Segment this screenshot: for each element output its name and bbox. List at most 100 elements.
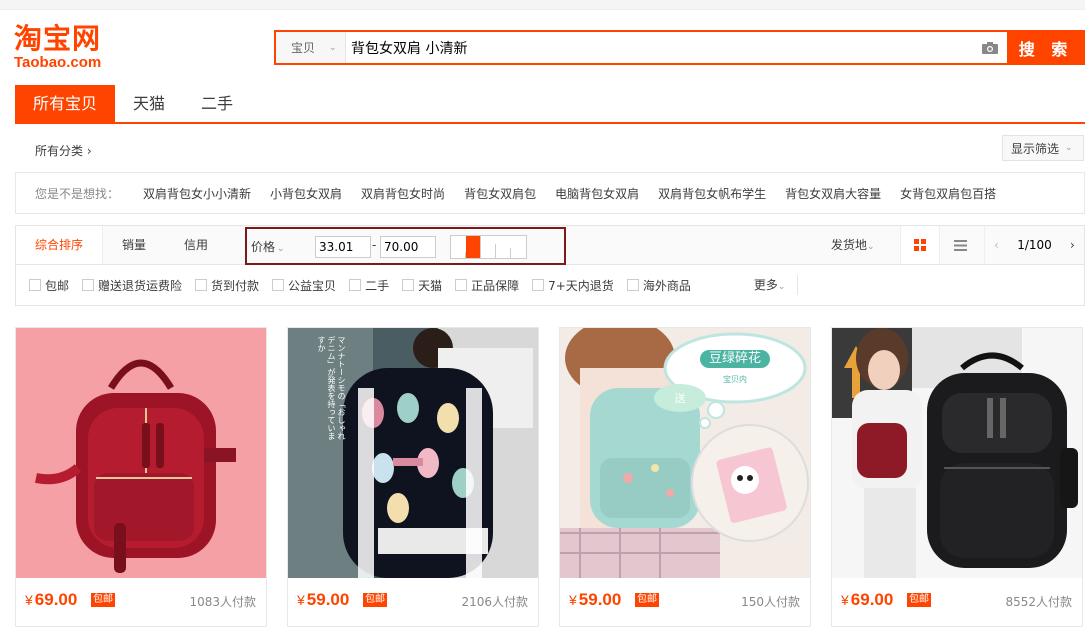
search-button[interactable]: 搜 索 — [1007, 30, 1085, 65]
price-distribution-chart[interactable] — [450, 235, 527, 259]
price-value: 69.00 — [34, 590, 78, 609]
product-card[interactable]: マンナトーシモの「おしゃれデニム」が発表を持っていますか ¥59.00 包邮 2… — [287, 327, 539, 627]
page-indicator: 1/100 — [1017, 238, 1052, 252]
sort-credit[interactable]: 信用 — [165, 226, 227, 264]
free-shipping-badge: 包邮 — [363, 593, 387, 607]
free-shipping-badge: 包邮 — [635, 593, 659, 607]
filter-label: 正品保障 — [471, 278, 520, 293]
camera-icon[interactable] — [973, 32, 1007, 63]
free-shipping-badge: 包邮 — [91, 593, 115, 607]
search-input[interactable]: 背包女双肩 小清新 — [346, 38, 973, 58]
search-scope-label: 宝贝 — [291, 41, 316, 55]
suggestion-item[interactable]: 电脑背包女双肩 — [555, 185, 639, 202]
product-price: ¥69.00 — [25, 590, 77, 610]
free-shipping-badge: 包邮 — [907, 593, 931, 607]
ship-from-label: 发货地 — [831, 238, 868, 252]
filter-tmall[interactable]: 天猫 — [402, 277, 442, 294]
sales-count: 2106人付款 — [461, 595, 528, 609]
price-bar[interactable] — [481, 244, 496, 258]
chevron-down-icon: ⌄ — [867, 242, 875, 252]
price-max-input[interactable]: 70.00 — [380, 236, 436, 258]
checkbox[interactable] — [195, 279, 208, 291]
all-categories-link[interactable]: 所有分类 › — [35, 142, 92, 159]
suggestion-item[interactable]: 背包女双肩大容量 — [785, 185, 881, 202]
price-bar[interactable] — [496, 248, 511, 258]
currency-symbol: ¥ — [841, 592, 849, 608]
currency-symbol: ¥ — [569, 592, 577, 608]
sales-count: 8552人付款 — [1005, 595, 1072, 609]
show-filter-label: 显示筛选 — [1011, 141, 1060, 156]
price-min-input[interactable]: 33.01 — [315, 236, 371, 258]
search-scope-select[interactable]: 宝贝 ⌄ — [276, 32, 346, 63]
product-card[interactable]: 豆绿碎花 宝贝内 送 ¥59.00 包邮 150人付款 — [559, 327, 811, 627]
suggestion-item[interactable]: 女背包双肩包百搭 — [900, 185, 996, 202]
suggestion-item[interactable]: 背包女双肩包 — [464, 185, 536, 202]
filter-genuine[interactable]: 正品保障 — [455, 277, 519, 294]
search-box: 宝贝 ⌄ 背包女双肩 小清新 — [274, 30, 1007, 65]
suggestion-item[interactable]: 双肩背包女小小清新 — [143, 185, 251, 202]
product-price: ¥59.00 — [569, 590, 621, 610]
product-image[interactable]: マンナトーシモの「おしゃれデニム」が発表を持っていますか — [288, 328, 538, 578]
filter-cod[interactable]: 货到付款 — [195, 277, 259, 294]
more-label: 更多 — [753, 278, 778, 292]
more-filters-button[interactable]: 更多⌄ — [754, 275, 799, 295]
price-bar[interactable] — [451, 252, 466, 258]
filter-free-shipping[interactable]: 包邮 — [29, 277, 69, 294]
filter-label: 二手 — [365, 278, 390, 293]
price-range-dash: - — [372, 238, 377, 252]
grid-view-icon[interactable] — [900, 226, 940, 264]
suggestion-item[interactable]: 小背包女双肩 — [270, 185, 342, 202]
suggestion-item[interactable]: 双肩背包女时尚 — [361, 185, 445, 202]
ship-from-filter[interactable]: 发货地⌄ — [831, 226, 875, 264]
price-sort[interactable]: 价格 ⌄ — [251, 238, 285, 255]
sort-bar: 综合排序 销量 信用 价格 ⌄ 33.01 - 70.00 发货地⌄ ‹ 1/10… — [15, 225, 1085, 265]
image-send-text: 送 — [674, 392, 686, 405]
filter-overseas[interactable]: 海外商品 — [626, 277, 691, 294]
product-image[interactable] — [16, 328, 266, 578]
price-bar[interactable] — [511, 236, 526, 258]
checkbox[interactable] — [272, 279, 285, 291]
sort-default[interactable]: 综合排序 — [16, 226, 104, 264]
product-card[interactable]: ¥69.00 包邮 1083人付款 — [15, 327, 267, 627]
filter-label: 赠送退货运费险 — [98, 278, 183, 293]
checkbox[interactable] — [532, 279, 545, 291]
filter-label: 天猫 — [418, 278, 443, 293]
tab-all-items[interactable]: 所有宝贝 — [15, 85, 116, 122]
filter-7day-return[interactable]: 7+天内退货 — [532, 277, 614, 294]
checkbox[interactable] — [402, 279, 415, 291]
sort-sales[interactable]: 销量 — [103, 226, 165, 264]
filter-return-insurance[interactable]: 赠送退货运费险 — [82, 277, 182, 294]
currency-symbol: ¥ — [297, 592, 305, 608]
price-value: 69.00 — [850, 590, 894, 609]
price-filter-highlight: 价格 ⌄ 33.01 - 70.00 — [245, 227, 566, 265]
product-image[interactable]: 豆绿碎花 宝贝内 送 — [560, 328, 810, 578]
filter-label: 包邮 — [45, 278, 70, 293]
price-value: 59.00 — [578, 590, 622, 609]
sales-count: 150人付款 — [741, 595, 800, 609]
suggestion-label: 您是不是想找： — [35, 186, 120, 201]
tab-secondhand[interactable]: 二手 — [183, 85, 251, 122]
price-bar-selected[interactable] — [466, 236, 481, 258]
chevron-down-icon: ⌄ — [1065, 143, 1073, 153]
product-card[interactable]: ¥69.00 包邮 8552人付款 — [831, 327, 1083, 627]
product-price: ¥59.00 — [297, 590, 349, 610]
image-caption: マンナトーシモの「おしゃれデニム」が発表を持っていますか — [317, 336, 346, 440]
filter-label: 货到付款 — [211, 278, 260, 293]
list-view-icon[interactable] — [940, 226, 980, 264]
product-image[interactable] — [832, 328, 1082, 578]
tab-tmall[interactable]: 天猫 — [115, 85, 183, 122]
show-filter-button[interactable]: 显示筛选 ⌄ — [1002, 135, 1084, 161]
checkbox[interactable] — [455, 279, 468, 291]
filter-secondhand[interactable]: 二手 — [349, 277, 389, 294]
checkbox[interactable] — [82, 279, 95, 291]
suggestion-item[interactable]: 双肩背包女帆布学生 — [658, 185, 766, 202]
prev-page-icon[interactable]: ‹ — [994, 238, 999, 252]
price-value: 59.00 — [306, 590, 350, 609]
next-page-icon[interactable]: › — [1070, 238, 1075, 252]
taobao-logo[interactable]: 淘宝网 Taobao.com — [14, 24, 124, 74]
currency-symbol: ¥ — [25, 592, 33, 608]
filter-charity[interactable]: 公益宝贝 — [272, 277, 336, 294]
checkbox[interactable] — [626, 279, 639, 291]
checkbox[interactable] — [29, 279, 41, 291]
checkbox[interactable] — [349, 279, 362, 291]
